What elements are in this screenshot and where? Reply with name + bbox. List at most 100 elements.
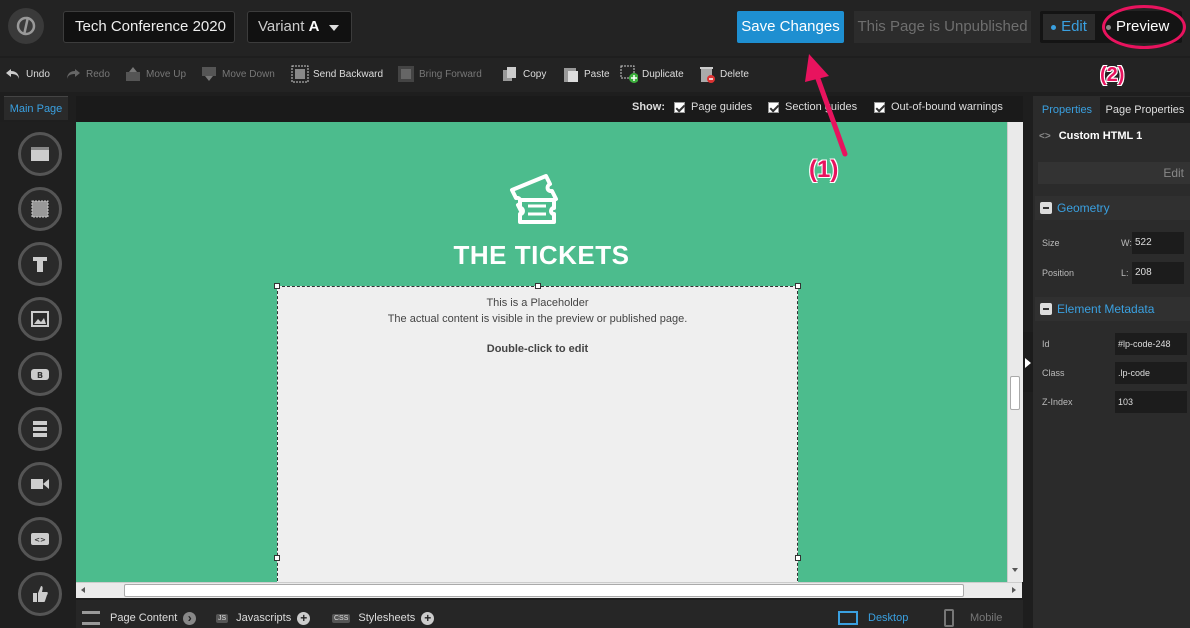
custom-html-widget[interactable]: <> bbox=[18, 517, 62, 561]
resize-handle[interactable] bbox=[274, 283, 280, 289]
width-input[interactable]: 522 bbox=[1132, 232, 1184, 254]
collapse-icon bbox=[1040, 202, 1052, 214]
bring-forward-button[interactable]: Bring Forward bbox=[397, 64, 482, 84]
vertical-scrollbar[interactable] bbox=[1007, 122, 1023, 582]
scroll-left-icon[interactable] bbox=[81, 587, 85, 593]
undo-button[interactable]: Undo bbox=[4, 64, 50, 84]
move-down-button[interactable]: Move Down bbox=[200, 64, 275, 84]
edit-mode-button[interactable]: Edit bbox=[1043, 14, 1095, 40]
custom-html-placeholder[interactable]: This is a Placeholder The actual content… bbox=[277, 286, 798, 582]
move-down-label: Move Down bbox=[222, 68, 275, 80]
geometry-section-header[interactable]: Geometry bbox=[1035, 196, 1190, 220]
video-icon bbox=[31, 479, 49, 489]
variant-dropdown[interactable]: Variant A bbox=[247, 11, 352, 43]
edit-element-button[interactable]: Edit bbox=[1038, 162, 1190, 184]
javascripts-label: Javascripts bbox=[236, 612, 292, 624]
button-widget[interactable]: B bbox=[18, 352, 62, 396]
zindex-label: Z-Index bbox=[1042, 397, 1073, 407]
active-dot-icon bbox=[1051, 24, 1057, 30]
page-name-field[interactable]: Tech Conference 2020 bbox=[63, 11, 235, 43]
resize-handle[interactable] bbox=[795, 283, 801, 289]
form-widget[interactable] bbox=[18, 407, 62, 451]
zindex-input[interactable]: 103 bbox=[1115, 391, 1187, 413]
logo-icon bbox=[16, 16, 36, 36]
move-up-button[interactable]: Move Up bbox=[124, 64, 186, 84]
code-icon: <> bbox=[31, 533, 49, 545]
position-row: Position L: 208 bbox=[1035, 259, 1190, 287]
save-changes-button[interactable]: Save Changes bbox=[737, 11, 844, 43]
undo-icon bbox=[4, 65, 22, 83]
copy-button[interactable]: Copy bbox=[501, 64, 546, 84]
stylesheets-label: Stylesheets bbox=[358, 612, 416, 624]
scroll-thumb[interactable] bbox=[1010, 376, 1020, 410]
placeholder-action: Double-click to edit bbox=[486, 343, 589, 355]
tab-properties[interactable]: Properties bbox=[1035, 97, 1099, 123]
add-icon[interactable]: + bbox=[421, 611, 435, 625]
text-widget[interactable] bbox=[18, 242, 62, 286]
collapse-icon bbox=[1040, 303, 1052, 315]
page-canvas[interactable]: THE TICKETS This is a Placeholder The ac… bbox=[76, 122, 1007, 582]
resize-handle[interactable] bbox=[795, 555, 801, 561]
horizontal-scrollbar[interactable] bbox=[76, 582, 1022, 598]
metadata-title: Element Metadata bbox=[1057, 302, 1155, 316]
left-input[interactable]: 208 bbox=[1132, 262, 1184, 284]
paste-button[interactable]: Paste bbox=[562, 64, 610, 84]
delete-label: Delete bbox=[720, 68, 749, 80]
id-row: Id #lp-code-248 bbox=[1035, 330, 1190, 358]
desktop-view-button[interactable]: Desktop bbox=[838, 608, 908, 628]
js-icon: JS bbox=[216, 613, 229, 623]
redo-button[interactable]: Redo bbox=[64, 64, 110, 84]
page-guides-toggle[interactable]: Page guides bbox=[674, 101, 752, 113]
redo-label: Redo bbox=[86, 68, 110, 80]
tab-main-page[interactable]: Main Page bbox=[4, 96, 68, 120]
css-icon: CSS bbox=[332, 613, 351, 623]
image-widget[interactable] bbox=[18, 297, 62, 341]
edit-label: Edit bbox=[1061, 18, 1087, 35]
id-input[interactable]: #lp-code-248 bbox=[1115, 333, 1187, 355]
box-icon bbox=[31, 200, 49, 218]
desktop-label: Desktop bbox=[868, 612, 909, 624]
section-heading[interactable]: THE TICKETS bbox=[76, 240, 1007, 271]
scroll-down-icon[interactable] bbox=[1012, 568, 1018, 572]
video-widget[interactable] bbox=[18, 462, 62, 506]
scroll-right-icon[interactable] bbox=[1012, 587, 1016, 593]
scroll-thumb[interactable] bbox=[124, 584, 964, 597]
duplicate-button[interactable]: Duplicate bbox=[620, 64, 684, 84]
checkbox-checked-icon bbox=[674, 101, 685, 113]
mobile-view-button[interactable]: Mobile bbox=[944, 608, 1002, 628]
class-input[interactable]: .lp-code bbox=[1115, 362, 1187, 384]
selected-element-title: <> Custom HTML 1 bbox=[1039, 130, 1142, 142]
play-icon: › bbox=[183, 611, 197, 625]
chevron-right-icon bbox=[1025, 358, 1031, 368]
duplicate-label: Duplicate bbox=[642, 68, 684, 80]
layers-icon bbox=[82, 611, 100, 625]
box-widget[interactable] bbox=[18, 187, 62, 231]
send-backward-button[interactable]: Send Backward bbox=[291, 64, 383, 84]
tab-page-properties[interactable]: Page Properties bbox=[1100, 97, 1190, 123]
image-icon bbox=[31, 311, 49, 327]
redo-icon bbox=[64, 65, 82, 83]
desktop-icon bbox=[838, 611, 858, 625]
show-options-bar: Show: Page guides Section guides Out-of-… bbox=[76, 96, 1023, 122]
svg-text:B: B bbox=[37, 371, 43, 380]
annotation-label-one: (1) bbox=[809, 156, 839, 183]
out-of-bound-toggle[interactable]: Out-of-bound warnings bbox=[874, 101, 1003, 113]
stylesheets-button[interactable]: CSS Stylesheets + bbox=[332, 608, 435, 628]
javascripts-button[interactable]: JS Javascripts + bbox=[216, 608, 311, 628]
resize-handle[interactable] bbox=[274, 555, 280, 561]
resize-handle[interactable] bbox=[535, 283, 541, 289]
delete-button[interactable]: Delete bbox=[698, 64, 749, 84]
add-icon[interactable]: + bbox=[297, 611, 311, 625]
annotation-circle bbox=[1102, 5, 1186, 49]
send-backward-label: Send Backward bbox=[313, 68, 384, 80]
page-content-button[interactable]: Page Content › bbox=[82, 608, 197, 628]
section-widget[interactable] bbox=[18, 132, 62, 176]
metadata-section-header[interactable]: Element Metadata bbox=[1035, 297, 1190, 321]
geometry-title: Geometry bbox=[1057, 201, 1110, 215]
annotation-label-two: (2) bbox=[1100, 64, 1125, 86]
app-logo[interactable] bbox=[8, 8, 44, 44]
social-widget[interactable] bbox=[18, 572, 62, 616]
panel-collapse-handle[interactable] bbox=[1023, 332, 1033, 392]
chevron-down-icon bbox=[329, 25, 339, 31]
publish-status: This Page is Unpublished bbox=[854, 11, 1031, 43]
